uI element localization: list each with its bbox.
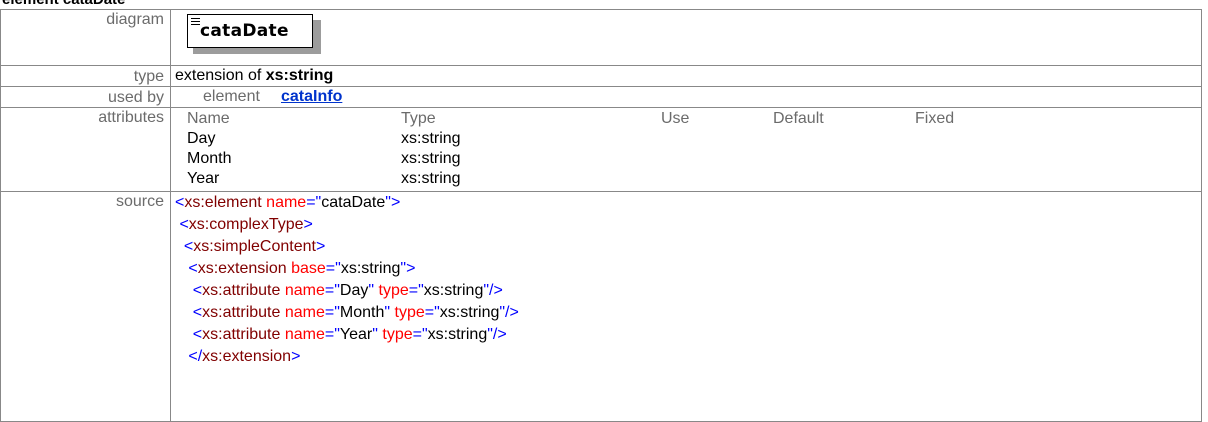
type-base: xs:string — [265, 67, 334, 84]
used-by-row: used by element cataInfo — [0, 86, 1202, 108]
attr-name: Month — [187, 150, 232, 167]
attr-name: Year — [187, 170, 220, 187]
source-line: <xs:attribute name="Day" type="xs:string… — [192, 282, 503, 299]
diagram-row: diagram cataDate — [0, 9, 1202, 66]
page-header: element cataDate — [2, 0, 125, 9]
row-label-attributes: attributes — [0, 107, 171, 192]
attributes-header: Name Type Use Default Fixed — [187, 109, 1035, 129]
source-line: <xs:element name="cataDate"> — [175, 194, 401, 211]
diagram-element-box: cataDate — [187, 14, 313, 48]
col-name: Name — [187, 110, 230, 127]
attr-type: xs:string — [401, 130, 461, 147]
table-row: Year xs:string — [187, 169, 1035, 189]
element-diagram: cataDate — [175, 10, 321, 62]
source-line: <xs:complexType> — [179, 216, 313, 233]
row-label-type: type — [0, 65, 171, 87]
type-prefix: extension of — [175, 67, 266, 84]
row-label-used-by: used by — [0, 86, 171, 108]
attributes-cell: Name Type Use Default Fixed Day xs:strin… — [170, 107, 1202, 192]
table-row: Day xs:string — [187, 129, 1035, 149]
source-line: </xs:extension> — [188, 348, 301, 365]
attributes-table: Name Type Use Default Fixed Day xs:strin… — [187, 109, 1035, 189]
col-use: Use — [661, 110, 690, 127]
element-doc-table: diagram cataDate type extension of xs:st… — [0, 9, 1202, 422]
source-line: <xs:attribute name="Month" type="xs:stri… — [192, 304, 519, 321]
attr-type: xs:string — [401, 170, 461, 187]
attr-name: Day — [187, 130, 216, 147]
row-label-source: source — [0, 191, 171, 422]
source-row: source <xs:element name="cataDate"> <xs:… — [0, 191, 1202, 422]
source-code: <xs:element name="cataDate"> <xs:complex… — [170, 191, 1202, 422]
used-by-link[interactable]: cataInfo — [281, 88, 342, 105]
used-by-kind: element — [203, 88, 260, 105]
diagram-element-name: cataDate — [200, 21, 289, 41]
col-type: Type — [401, 110, 436, 127]
source-line: <xs:simpleContent> — [183, 238, 326, 255]
col-default: Default — [773, 110, 824, 127]
attributes-row: attributes Name Type Use Default Fixed D… — [0, 107, 1202, 192]
element-content-icon — [191, 18, 200, 27]
table-row: Month xs:string — [187, 149, 1035, 169]
diagram-cell: cataDate — [170, 9, 1202, 66]
type-row: type extension of xs:string — [0, 65, 1202, 87]
row-label-diagram: diagram — [0, 9, 171, 66]
attr-type: xs:string — [401, 150, 461, 167]
type-cell: extension of xs:string — [170, 65, 1202, 87]
source-line: <xs:extension base="xs:string"> — [188, 260, 416, 277]
col-fixed: Fixed — [915, 110, 955, 127]
used-by-cell: element cataInfo — [170, 86, 1202, 108]
source-line: <xs:attribute name="Year" type="xs:strin… — [192, 326, 507, 343]
